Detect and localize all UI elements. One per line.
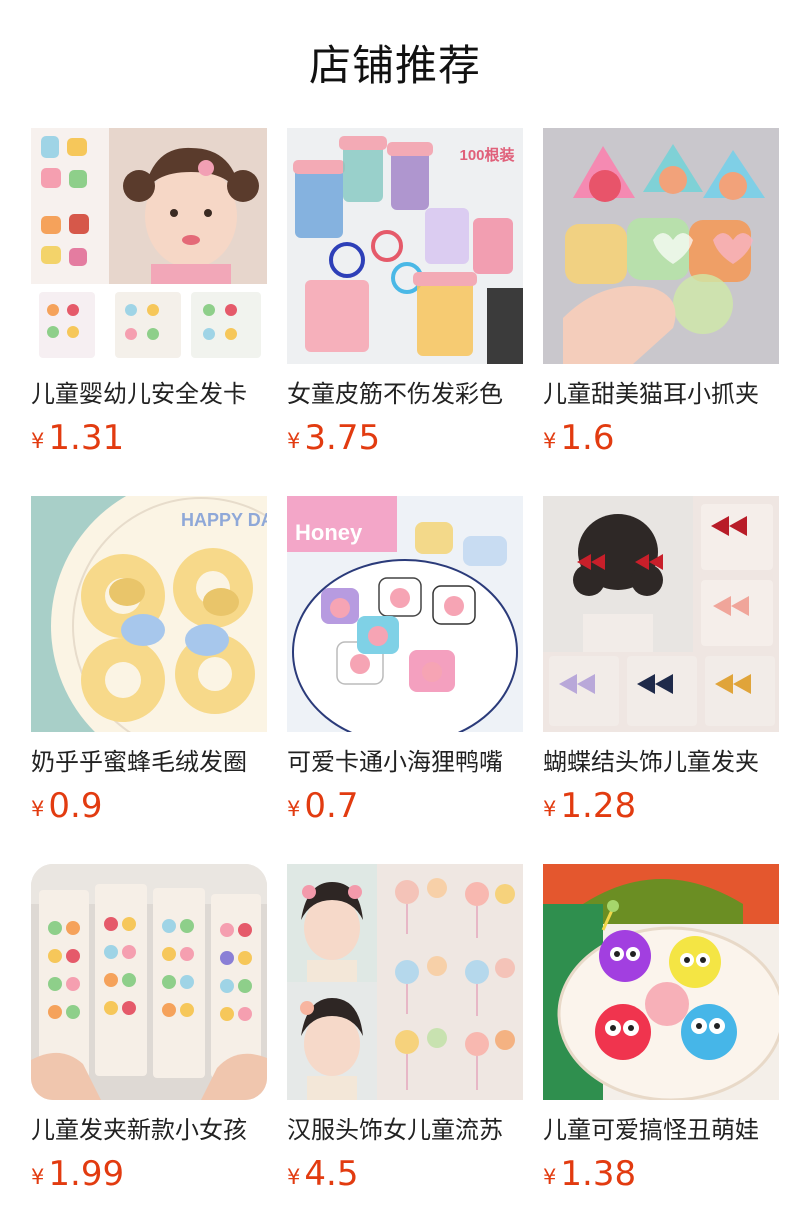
product-name[interactable]: 女童皮筋不伤发彩色 bbox=[287, 378, 523, 410]
product-card[interactable]: 儿童婴幼儿安全发卡 ¥1.31 bbox=[31, 128, 267, 496]
price-value: 1.38 bbox=[560, 1154, 637, 1194]
product-card[interactable]: HAPPY DAY 奶乎乎蜜蜂毛绒发圈 ¥0.9 bbox=[31, 496, 267, 864]
product-name[interactable]: 可爱卡通小海狸鸭嘴 bbox=[287, 746, 523, 778]
price-value: 1.99 bbox=[48, 1154, 125, 1194]
price-value: 1.28 bbox=[560, 786, 637, 826]
price-value: 0.7 bbox=[304, 786, 359, 826]
product-price: ¥3.75 bbox=[287, 418, 523, 458]
product-image[interactable] bbox=[31, 864, 267, 1100]
price-value: 0.9 bbox=[48, 786, 103, 826]
image-text: 100根装 bbox=[459, 146, 515, 164]
product-name[interactable]: 儿童发夹新款小女孩 bbox=[31, 1114, 267, 1146]
product-card[interactable]: 儿童可爱搞怪丑萌娃 ¥1.38 bbox=[543, 864, 779, 1232]
product-image[interactable] bbox=[31, 128, 267, 364]
currency-symbol: ¥ bbox=[287, 429, 301, 453]
image-text: HAPPY DAY bbox=[181, 510, 267, 530]
product-name[interactable]: 蝴蝶结头饰儿童发夹 bbox=[543, 746, 779, 778]
product-price: ¥0.7 bbox=[287, 786, 523, 826]
currency-symbol: ¥ bbox=[31, 1165, 45, 1189]
product-card[interactable]: Honey 可爱卡通小海狸鸭嘴 ¥0.7 bbox=[287, 496, 523, 864]
product-image[interactable] bbox=[543, 496, 779, 732]
product-name[interactable]: 儿童甜美猫耳小抓夹 bbox=[543, 378, 779, 410]
product-name[interactable]: 儿童婴幼儿安全发卡 bbox=[31, 378, 267, 410]
product-image[interactable]: HAPPY DAY bbox=[31, 496, 267, 732]
currency-symbol: ¥ bbox=[543, 1165, 557, 1189]
price-value: 1.31 bbox=[48, 418, 125, 458]
product-image[interactable] bbox=[543, 128, 779, 364]
product-grid: 儿童婴幼儿安全发卡 ¥1.31 100根装 女童皮筋不伤发彩色 ¥ 3.75 儿… bbox=[31, 128, 779, 1232]
currency-symbol: ¥ bbox=[31, 797, 45, 821]
currency-symbol: ¥ bbox=[31, 429, 45, 453]
product-card[interactable]: 儿童甜美猫耳小抓夹 ¥1.6 bbox=[543, 128, 779, 496]
currency-symbol: ¥ bbox=[287, 1165, 301, 1189]
currency-symbol: ¥ bbox=[287, 797, 301, 821]
product-image[interactable]: Honey bbox=[287, 496, 523, 732]
product-price: ¥1.28 bbox=[543, 786, 779, 826]
product-price: ¥4.5 bbox=[287, 1154, 523, 1194]
currency-symbol: ¥ bbox=[543, 797, 557, 821]
product-image[interactable] bbox=[543, 864, 779, 1100]
currency-symbol: ¥ bbox=[543, 429, 557, 453]
product-name[interactable]: 汉服头饰女儿童流苏 bbox=[287, 1114, 523, 1146]
product-card[interactable]: 100根装 女童皮筋不伤发彩色 ¥3.75 bbox=[287, 128, 523, 496]
product-price: ¥0.9 bbox=[31, 786, 267, 826]
product-card[interactable]: 汉服头饰女儿童流苏 ¥4.5 bbox=[287, 864, 523, 1232]
price-value: 1.6 bbox=[560, 418, 615, 458]
price-value: 4.5 bbox=[304, 1154, 359, 1194]
product-price: ¥1.31 bbox=[31, 418, 267, 458]
product-price: ¥1.38 bbox=[543, 1154, 779, 1194]
price-value: 3.75 bbox=[304, 418, 381, 458]
product-name[interactable]: 儿童可爱搞怪丑萌娃 bbox=[543, 1114, 779, 1146]
product-card[interactable]: 蝴蝶结头饰儿童发夹 ¥1.28 bbox=[543, 496, 779, 864]
product-name[interactable]: 奶乎乎蜜蜂毛绒发圈 bbox=[31, 746, 267, 778]
section-title: 店铺推荐 bbox=[308, 41, 481, 90]
product-image[interactable]: 100根装 bbox=[287, 128, 523, 364]
product-price: ¥1.6 bbox=[543, 418, 779, 458]
product-image[interactable] bbox=[287, 864, 523, 1100]
product-card[interactable]: 儿童发夹新款小女孩 ¥1.99 bbox=[31, 864, 267, 1232]
product-price: ¥1.99 bbox=[31, 1154, 267, 1194]
image-text: Honey bbox=[295, 520, 363, 545]
